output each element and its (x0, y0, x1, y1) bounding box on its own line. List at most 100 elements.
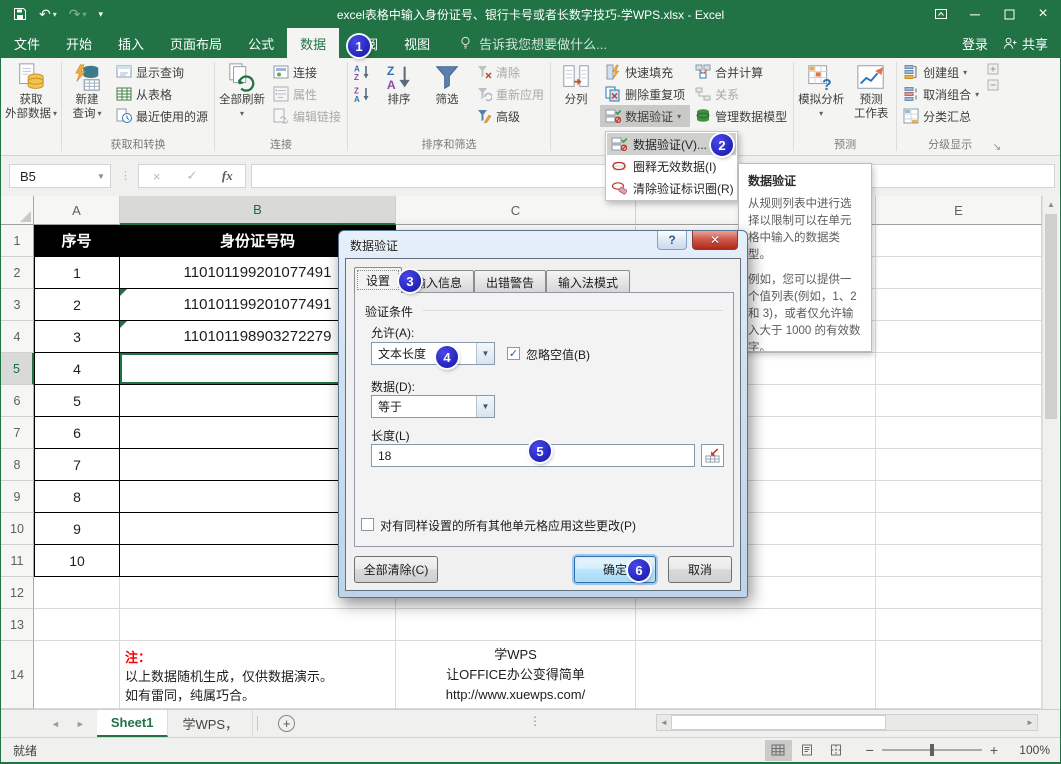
from-table-button[interactable]: 从表格 (111, 83, 213, 105)
scroll-up-icon[interactable]: ▲ (1043, 196, 1059, 213)
remove-duplicates-button[interactable]: 删除重复项 (600, 83, 690, 105)
zoom-slider-thumb[interactable] (930, 744, 934, 756)
cell-e3[interactable] (876, 289, 1042, 321)
tab-insert[interactable]: 插入 (105, 28, 157, 58)
share-button[interactable]: 共享 (1002, 34, 1048, 53)
reapply-filter-button[interactable]: 重新应用 (471, 83, 549, 105)
cell-e6[interactable] (876, 385, 1042, 417)
sheet-next-icon[interactable]: ► (76, 719, 85, 729)
sheet-prev-icon[interactable]: ◄ (51, 719, 60, 729)
row-header-1[interactable]: 1 (1, 225, 34, 257)
cell-a1[interactable]: 序号 (34, 225, 120, 257)
flash-fill-button[interactable]: 快速填充 (600, 61, 690, 83)
create-group-button[interactable]: 创建组 ▾ (898, 61, 984, 83)
zoom-out-icon[interactable]: − (866, 742, 874, 758)
redo-icon[interactable]: ↷▾ (69, 6, 87, 23)
tab-formulas[interactable]: 公式 (235, 28, 287, 58)
cancel-button[interactable]: 取消 (668, 556, 732, 583)
cell-a10[interactable]: 9 (34, 513, 120, 545)
sheet-tab-xuewps[interactable]: 学WPS， (168, 710, 253, 737)
name-box[interactable]: B5 ▼ (9, 164, 111, 188)
tell-me-box[interactable]: 告诉我您想要做什么... (459, 28, 607, 58)
recent-sources-button[interactable]: 最近使用的源 (111, 105, 213, 127)
close-icon[interactable]: × (1026, 0, 1060, 28)
undo-icon[interactable]: ↶▾ (39, 6, 57, 23)
row-header-10[interactable]: 10 (1, 513, 34, 545)
column-header-c[interactable]: C (396, 196, 636, 225)
filter-button[interactable]: 筛选 (423, 59, 471, 107)
tab-scrollbar-splitter[interactable]: ⋮ (529, 714, 541, 728)
cell-a12[interactable] (34, 577, 120, 609)
tab-file[interactable]: 文件 (1, 28, 53, 58)
row-header-8[interactable]: 8 (1, 449, 34, 481)
hide-detail-icon[interactable] (987, 79, 999, 91)
cell-b14-note[interactable]: 注： 以上数据随机生成，仅供数据演示。 如有雷同，纯属巧合。 (120, 641, 396, 709)
cell-a2[interactable]: 1 (34, 257, 120, 289)
tab-view[interactable]: 视图 (391, 28, 443, 58)
insert-function-icon[interactable]: fx (210, 165, 245, 187)
dialog-help-icon[interactable]: ? (657, 231, 687, 250)
cell-e9[interactable] (876, 481, 1042, 513)
page-break-view-icon[interactable] (823, 740, 850, 761)
formula-bar-splitter[interactable]: ⋮ (120, 169, 132, 182)
name-box-dropdown-icon[interactable]: ▼ (92, 172, 110, 181)
sign-in-button[interactable]: 登录 (962, 34, 988, 53)
sheet-tab-sheet1[interactable]: Sheet1 (97, 710, 169, 737)
cancel-entry-icon[interactable]: × (139, 165, 174, 187)
normal-view-icon[interactable] (765, 740, 792, 761)
outline-dialog-launcher-icon[interactable]: ↘ (993, 142, 1001, 153)
cell-e14[interactable] (876, 641, 1042, 709)
confirm-entry-icon[interactable]: ✓ (174, 165, 209, 187)
consolidate-button[interactable]: 合并计算 (690, 61, 792, 83)
data-combobox[interactable]: 等于 ▼ (371, 395, 495, 418)
connections-button[interactable]: 连接 (268, 61, 346, 83)
allow-combobox[interactable]: 文本长度 ▼ (371, 342, 495, 365)
cell-e1[interactable] (876, 225, 1042, 257)
tab-page-layout[interactable]: 页面布局 (157, 28, 235, 58)
sort-button[interactable]: ZA 排序 (375, 59, 423, 107)
column-header-e[interactable]: E (876, 196, 1042, 225)
ignore-blank-checkbox[interactable]: ✓ 忽略空值(B) (507, 346, 590, 363)
cell-e2[interactable] (876, 257, 1042, 289)
zoom-in-icon[interactable]: + (990, 742, 998, 758)
cell-e7[interactable] (876, 417, 1042, 449)
column-header-a[interactable]: A (34, 196, 120, 225)
data-validation-button[interactable]: 数据验证 ▾ (600, 105, 690, 127)
scroll-right-icon[interactable]: ► (1023, 715, 1037, 730)
cell-a7[interactable]: 6 (34, 417, 120, 449)
row-header-7[interactable]: 7 (1, 417, 34, 449)
cell-e5[interactable] (876, 353, 1042, 385)
cell-c13[interactable] (396, 609, 636, 641)
page-layout-view-icon[interactable] (794, 740, 821, 761)
properties-button[interactable]: 属性 (268, 83, 346, 105)
clear-all-button[interactable]: 全部清除(C) (354, 556, 438, 583)
row-header-6[interactable]: 6 (1, 385, 34, 417)
forecast-sheet-button[interactable]: 预测 工作表 (847, 59, 895, 121)
menu-item-circle-invalid-data[interactable]: 圈释无效数据(I) (607, 155, 736, 177)
cell-b13[interactable] (120, 609, 396, 641)
chevron-down-icon[interactable]: ▼ (476, 396, 494, 417)
edit-links-button[interactable]: 编辑链接 (268, 105, 346, 127)
tab-home[interactable]: 开始 (53, 28, 105, 58)
select-all-corner[interactable] (1, 196, 34, 225)
cell-a5[interactable]: 4 (34, 353, 120, 385)
cell-a9[interactable]: 8 (34, 481, 120, 513)
what-if-analysis-button[interactable]: ? 模拟分析 ▾ (795, 59, 847, 121)
horizontal-scrollbar[interactable]: ◄ ► (656, 714, 1038, 731)
row-header-2[interactable]: 2 (1, 257, 34, 289)
column-header-b[interactable]: B (120, 196, 396, 225)
row-header-4[interactable]: 4 (1, 321, 34, 353)
row-header-3[interactable]: 3 (1, 289, 34, 321)
add-sheet-icon[interactable]: + (278, 715, 295, 732)
ungroup-button[interactable]: 取消组合 ▾ (898, 83, 984, 105)
range-selector-button[interactable] (701, 444, 724, 467)
maximize-icon[interactable] (992, 0, 1026, 28)
sort-descending-button[interactable]: ZA (349, 83, 375, 105)
cell-e12[interactable] (876, 577, 1042, 609)
advanced-filter-button[interactable]: 高级 (471, 105, 549, 127)
cell-c14-promo[interactable]: 学WPS 让OFFICE办公变得简单 http://www.xuewps.com… (396, 641, 636, 709)
row-header-13[interactable]: 13 (1, 609, 34, 641)
cell-a13[interactable] (34, 609, 120, 641)
new-query-button[interactable]: 新建 查询▾ (63, 59, 111, 121)
cell-e8[interactable] (876, 449, 1042, 481)
